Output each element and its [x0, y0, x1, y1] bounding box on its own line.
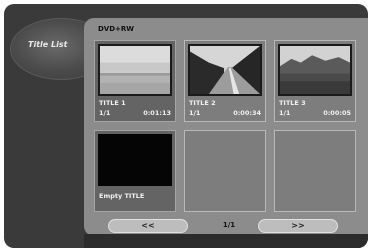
- title-list-label: Title List: [28, 40, 68, 49]
- title-2-name: TITLE 2: [189, 99, 216, 107]
- page-indicator: 1/1: [222, 221, 236, 229]
- empty-title-thumbnail: [98, 134, 172, 186]
- title-card-2[interactable]: TITLE 2 1/1 0:00:34: [184, 40, 266, 122]
- empty-title-card[interactable]: Empty TITLE: [94, 130, 176, 212]
- title-1-chapters: 1/1: [99, 109, 111, 117]
- title-3-thumbnail: [278, 44, 352, 96]
- title-3-name: TITLE 3: [279, 99, 306, 107]
- empty-title-label: Empty TITLE: [99, 192, 145, 200]
- previous-page-button[interactable]: <<: [108, 219, 188, 233]
- blank-slot-2: [184, 130, 266, 212]
- title-3-chapters: 1/1: [279, 109, 291, 117]
- next-page-button[interactable]: >>: [258, 219, 338, 233]
- title-1-duration: 0:01:13: [143, 109, 171, 117]
- title-grid-panel: DVD+RW TITLE 1 1/1 0:01:13 TITLE 2 1/1 0…: [84, 18, 368, 236]
- blank-slot-3: [274, 130, 356, 212]
- title-2-duration: 0:00:34: [233, 109, 261, 117]
- disc-type-label: DVD+RW: [98, 25, 135, 33]
- title-2-thumbnail: [188, 44, 262, 96]
- footer-bar: [84, 234, 368, 248]
- title-2-chapters: 1/1: [189, 109, 201, 117]
- title-card-3[interactable]: TITLE 3 1/1 0:00:05: [274, 40, 356, 122]
- title-3-duration: 0:00:05: [323, 109, 351, 117]
- title-1-name: TITLE 1: [99, 99, 126, 107]
- dvd-menu-screen: Title List DVD+RW TITLE 1 1/1 0:01:13 TI…: [4, 4, 368, 248]
- title-card-1[interactable]: TITLE 1 1/1 0:01:13: [94, 40, 176, 122]
- title-1-thumbnail: [98, 44, 172, 96]
